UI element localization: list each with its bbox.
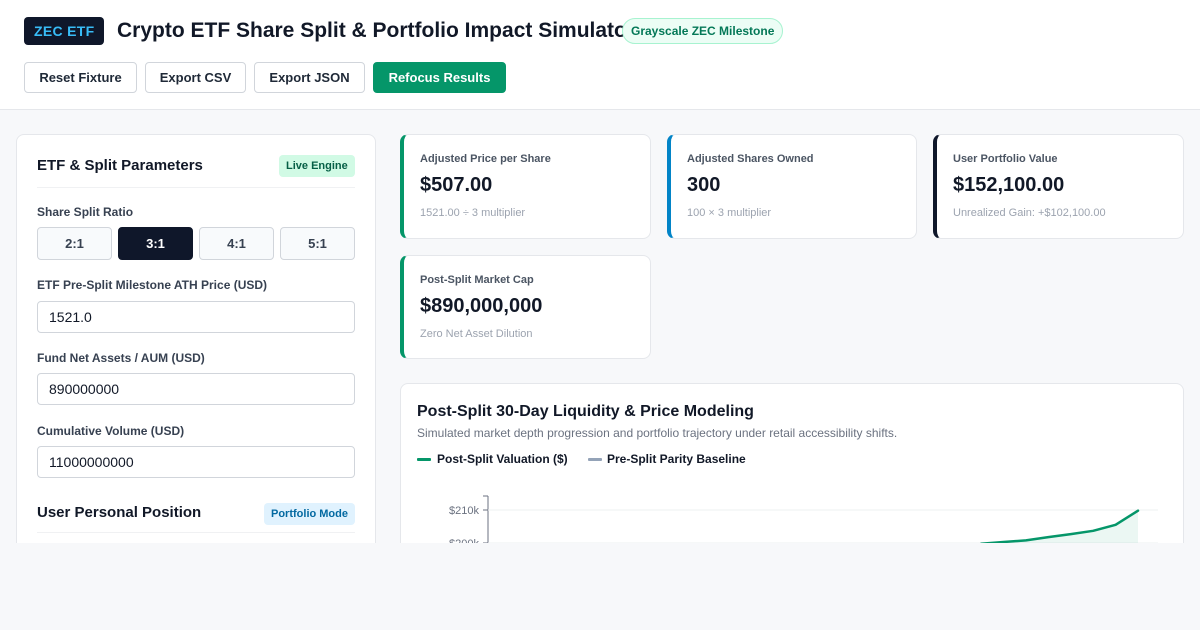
card-value: $152,100.00: [953, 174, 1065, 196]
data-point: [1114, 524, 1117, 526]
reset-fixture-button[interactable]: Reset Fixture: [24, 62, 137, 93]
data-point: [1025, 539, 1027, 542]
y-tick-label: $210k: [449, 505, 479, 517]
parameters-panel: ETF & Split Parameters Live Engine Share…: [16, 134, 376, 554]
data-point: [1137, 509, 1139, 512]
card-subtext: Zero Net Asset Dilution: [420, 328, 533, 340]
volume-input[interactable]: 11000000000: [37, 446, 355, 478]
data-point: [1047, 536, 1050, 538]
export-csv-button[interactable]: Export CSV: [145, 62, 246, 93]
page-title: Crypto ETF Share Split & Portfolio Impac…: [117, 19, 636, 42]
export-json-button[interactable]: Export JSON: [254, 62, 365, 93]
section-divider: [37, 187, 355, 188]
split-option-3-1[interactable]: 3:1: [118, 227, 193, 260]
market-cap-card: Post-Split Market Cap $890,000,000 Zero …: [400, 255, 651, 359]
data-point: [1092, 529, 1094, 532]
chart-title: Post-Split 30-Day Liquidity & Price Mode…: [417, 403, 754, 420]
adjusted-price-card: Adjusted Price per Share $507.00 1521.00…: [400, 134, 651, 239]
aum-input[interactable]: 890000000: [37, 373, 355, 405]
chart-subtitle: Simulated market depth progression and p…: [417, 426, 898, 440]
card-label: User Portfolio Value: [953, 153, 1058, 165]
portfolio-mode-badge: Portfolio Mode: [264, 503, 355, 525]
card-label: Post-Split Market Cap: [420, 274, 534, 286]
volume-label: Cumulative Volume (USD): [37, 424, 185, 438]
split-ratio-label: Share Split Ratio: [37, 205, 134, 219]
split-option-5-1[interactable]: 5:1: [280, 227, 355, 260]
split-option-2-1[interactable]: 2:1: [37, 227, 112, 260]
app-header: ZEC ETF Crypto ETF Share Split & Portfol…: [0, 0, 1200, 110]
legend-swatch-post: [417, 458, 431, 461]
milestone-badge: Grayscale ZEC Milestone: [622, 18, 784, 44]
parameters-title: ETF & Split Parameters: [37, 157, 203, 174]
data-point: [1069, 533, 1072, 535]
card-value: $507.00: [420, 174, 493, 196]
legend-post-split: Post-Split Valuation ($): [437, 452, 568, 466]
ath-price-input[interactable]: 1521.0: [37, 301, 355, 333]
portfolio-value-card: User Portfolio Value $152,100.00 Unreali…: [933, 134, 1184, 239]
legend-swatch-pre: [588, 458, 602, 461]
user-position-title: User Personal Position: [37, 504, 202, 521]
card-label: Adjusted Shares Owned: [687, 153, 814, 165]
split-option-4-1[interactable]: 4:1: [199, 227, 274, 260]
adjusted-shares-card: Adjusted Shares Owned 300 100 × 3 multip…: [667, 134, 917, 239]
aum-label: Fund Net Assets / AUM (USD): [37, 351, 205, 365]
card-subtext: Unrealized Gain: +$102,100.00: [953, 207, 1106, 219]
live-engine-badge: Live Engine: [279, 155, 355, 177]
refocus-results-button[interactable]: Refocus Results: [373, 62, 506, 93]
section-divider: [37, 532, 355, 533]
brand-logo: ZEC ETF: [24, 17, 105, 45]
card-value: 300: [687, 174, 721, 196]
legend-pre-split: Pre-Split Parity Baseline: [607, 452, 746, 466]
card-subtext: 1521.00 ÷ 3 multiplier: [420, 207, 526, 219]
card-label: Adjusted Price per Share: [420, 153, 551, 165]
card-subtext: 100 × 3 multiplier: [687, 207, 772, 219]
ath-price-label: ETF Pre-Split Milestone ATH Price (USD): [37, 278, 268, 292]
viewport-bottom: [0, 543, 1200, 630]
card-value: $890,000,000: [420, 295, 543, 317]
